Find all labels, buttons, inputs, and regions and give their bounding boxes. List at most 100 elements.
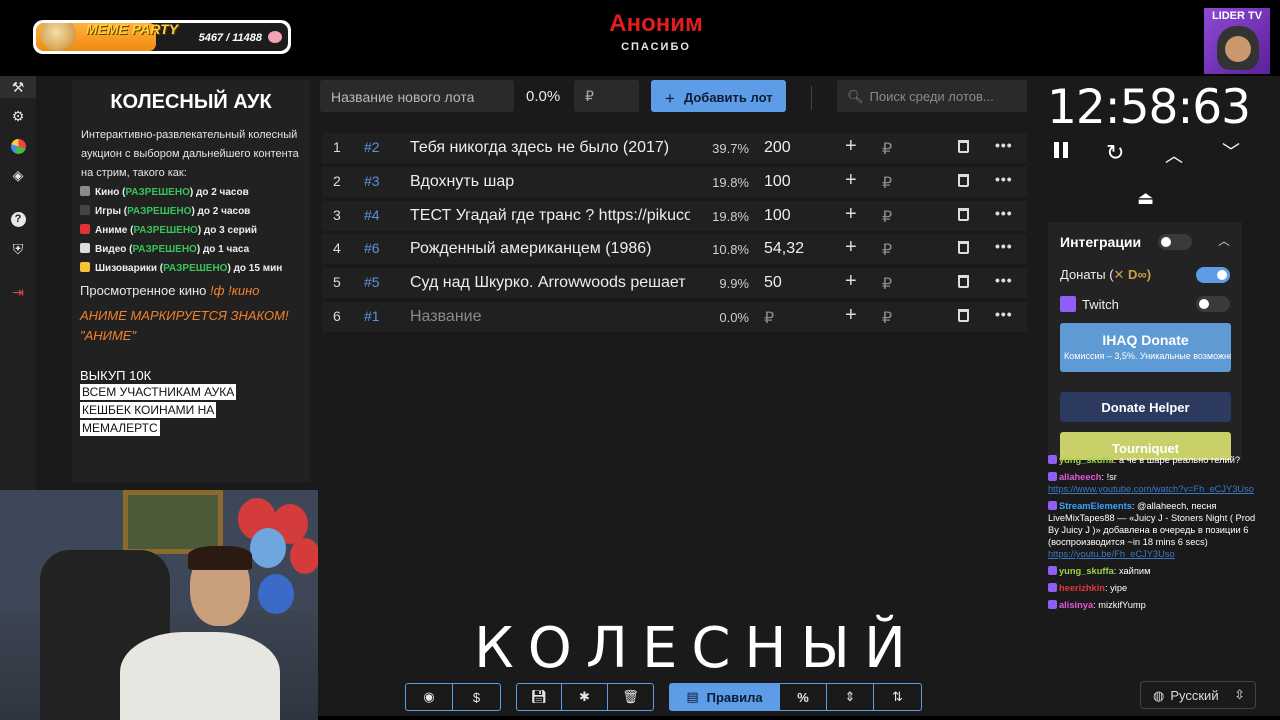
restart-icon[interactable]: ↻ xyxy=(1106,140,1124,166)
lot-id[interactable]: #1 xyxy=(364,308,380,324)
help-icon[interactable]: ? xyxy=(9,210,27,228)
donate-helper-button[interactable]: Donate Helper xyxy=(1060,392,1231,422)
lot-name-input[interactable]: Название нового лота xyxy=(320,80,514,112)
rules-title: КОЛЕСНЫЙ АУК xyxy=(110,91,272,113)
lot-title[interactable]: Суд над Шкурко. Arrowwoods решает xyxy=(410,274,690,292)
chat-link[interactable]: https://youtu.be/Fh_eCJY3Uso xyxy=(1048,549,1175,559)
avatar-face xyxy=(1217,26,1259,70)
more-icon[interactable]: ••• xyxy=(995,137,1013,153)
donor-thanks: СПАСИБО xyxy=(621,41,691,53)
lot-amount[interactable]: 100 xyxy=(764,173,791,191)
lot-amount-input[interactable]: ₽ xyxy=(574,80,639,112)
trash-icon[interactable] xyxy=(958,173,969,192)
integrations-toggle[interactable] xyxy=(1158,234,1192,250)
percent-button[interactable]: % xyxy=(780,684,827,710)
lot-id[interactable]: #3 xyxy=(364,173,380,189)
github-icon[interactable]: ◉ xyxy=(406,684,453,710)
rule-label: Кино ( xyxy=(95,187,126,198)
lot-title[interactable]: Вдохнуть шар xyxy=(410,173,690,191)
chat-text: yipe xyxy=(1110,583,1128,593)
meme-party-widget: MEME PARTY 5467 / 11488 xyxy=(33,20,291,54)
more-icon[interactable]: ••• xyxy=(995,272,1013,288)
more-icon[interactable]: ••• xyxy=(995,238,1013,254)
add-amount-button[interactable]: + xyxy=(845,270,857,293)
chat-message: yung_skuffa: а че в шаре реально гелий? xyxy=(1048,454,1266,466)
lot-title[interactable]: Рожденный американцем (1986) xyxy=(410,240,690,258)
trash-icon[interactable] xyxy=(958,275,969,293)
pause-icon[interactable] xyxy=(1053,142,1069,158)
layers-icon[interactable]: ◈ xyxy=(9,166,27,184)
add-amount-button[interactable]: + xyxy=(845,169,857,192)
rules-button[interactable]: ▤ Правила xyxy=(670,684,780,710)
lot-amount[interactable]: ₽ xyxy=(764,308,774,328)
more-icon[interactable]: ••• xyxy=(995,171,1013,187)
lot-title[interactable]: Тебя никогда здесь не было (2017) xyxy=(410,139,690,157)
shield-icon[interactable]: ⛨ xyxy=(9,240,27,258)
more-icon[interactable]: ••• xyxy=(995,306,1013,322)
extra-amount-input[interactable]: ₽ xyxy=(882,274,892,294)
twitch-toggle[interactable] xyxy=(1196,296,1230,312)
add-amount-button[interactable]: + xyxy=(845,236,857,259)
extra-amount-input[interactable]: ₽ xyxy=(882,240,892,260)
trash-shape xyxy=(958,309,969,322)
lot-amount[interactable]: 200 xyxy=(764,139,791,157)
add-lot-button[interactable]: + Добавить лот xyxy=(651,80,786,112)
lot-amount[interactable]: 50 xyxy=(764,274,782,292)
category-icon xyxy=(80,186,90,196)
rule-limit: ) до 15 мин xyxy=(227,263,283,274)
trash-shape xyxy=(958,241,969,255)
trash-icon[interactable] xyxy=(958,207,969,226)
extra-amount-input[interactable]: ₽ xyxy=(882,207,892,227)
more-icon[interactable]: ••• xyxy=(995,205,1013,221)
chat-overlay: yung_skuffa: а че в шаре реально гелий? a… xyxy=(1048,454,1266,668)
save-icon[interactable]: 💾︎ xyxy=(517,684,562,710)
lot-search-input[interactable]: 🔍︎ Поиск среди лотов... xyxy=(837,80,1027,112)
lot-id[interactable]: #4 xyxy=(364,207,380,223)
chat-username: allaheech xyxy=(1059,472,1102,482)
lot-title[interactable]: Название xyxy=(410,308,690,326)
add-amount-button[interactable]: + xyxy=(845,135,857,158)
compact-icon[interactable]: ⇕ xyxy=(827,684,874,710)
extra-amount-input[interactable]: ₽ xyxy=(882,139,892,159)
hammer-icon[interactable]: ⚒ xyxy=(9,78,27,96)
lot-percent: 39.7% xyxy=(712,141,749,156)
chat-link[interactable]: https://www.youtube.com/watch?v=Fh_eCJY3… xyxy=(1048,484,1254,494)
chevron-down-icon[interactable]: ﹀ xyxy=(1222,138,1240,164)
add-lot-label: Добавить лот xyxy=(683,90,773,105)
cashback-block: ВСЕМ УЧАСТНИКАМ АУКА КЕШБЕК КОИНАМИ НА М… xyxy=(80,383,302,437)
trash-icon[interactable] xyxy=(958,241,969,259)
trash-icon[interactable] xyxy=(958,309,969,327)
ihaq-donate-button[interactable]: IHAQ Donate Комиссия – 3,5%. Уникальные … xyxy=(1060,323,1231,372)
chevron-up-icon[interactable]: ︿ xyxy=(1218,232,1230,249)
chevron-up-icon[interactable]: ︿ xyxy=(1165,142,1183,168)
wheel-chart-icon[interactable] xyxy=(9,137,27,155)
rules-list: Кино (РАЗРЕШЕНО) до 2 часов Игры (РАЗРЕШЕ… xyxy=(80,183,302,278)
donations-toggle[interactable] xyxy=(1196,267,1230,283)
rules-label: Правила xyxy=(706,689,763,705)
gear-icon[interactable]: ⚙ xyxy=(9,107,27,125)
lot-id[interactable]: #6 xyxy=(364,240,380,256)
lot-title[interactable]: ТЕСТ Угадай где транс ? https://pikuco.r… xyxy=(410,207,690,225)
extra-amount-input[interactable]: ₽ xyxy=(882,308,892,328)
meme-count: 5467 / 11488 xyxy=(198,32,262,44)
lot-amount[interactable]: 54,32 xyxy=(764,240,804,258)
extra-amount-input[interactable]: ₽ xyxy=(882,173,892,193)
add-amount-button[interactable]: + xyxy=(845,203,857,226)
rule-label: Аниме ( xyxy=(95,225,134,236)
cashback-line-2: КЕШБЕК КОИНАМИ НА xyxy=(80,402,217,418)
lot-amount[interactable]: 100 xyxy=(764,207,791,225)
add-amount-button[interactable]: + xyxy=(845,304,857,327)
dollar-button[interactable]: $ xyxy=(453,684,500,710)
cam-balloon xyxy=(290,538,318,574)
lot-id[interactable]: #5 xyxy=(364,274,380,290)
logout-icon[interactable]: ⇥ xyxy=(9,283,27,301)
collapse-icon[interactable]: ⏏ xyxy=(1137,188,1154,209)
language-select[interactable]: ◍ Русский ⇳ xyxy=(1140,681,1256,709)
clear-icon[interactable]: 🗑︎ xyxy=(608,684,653,710)
lot-id[interactable]: #2 xyxy=(364,139,380,155)
trash-icon[interactable] xyxy=(958,140,969,158)
twitch-label: Twitch xyxy=(1082,297,1119,312)
bug-icon[interactable]: ✱ xyxy=(562,684,608,710)
sort-icon[interactable]: ⇅ xyxy=(874,684,921,710)
chat-message: StreamElements: @allaheech, песня LiveMi… xyxy=(1048,500,1266,560)
